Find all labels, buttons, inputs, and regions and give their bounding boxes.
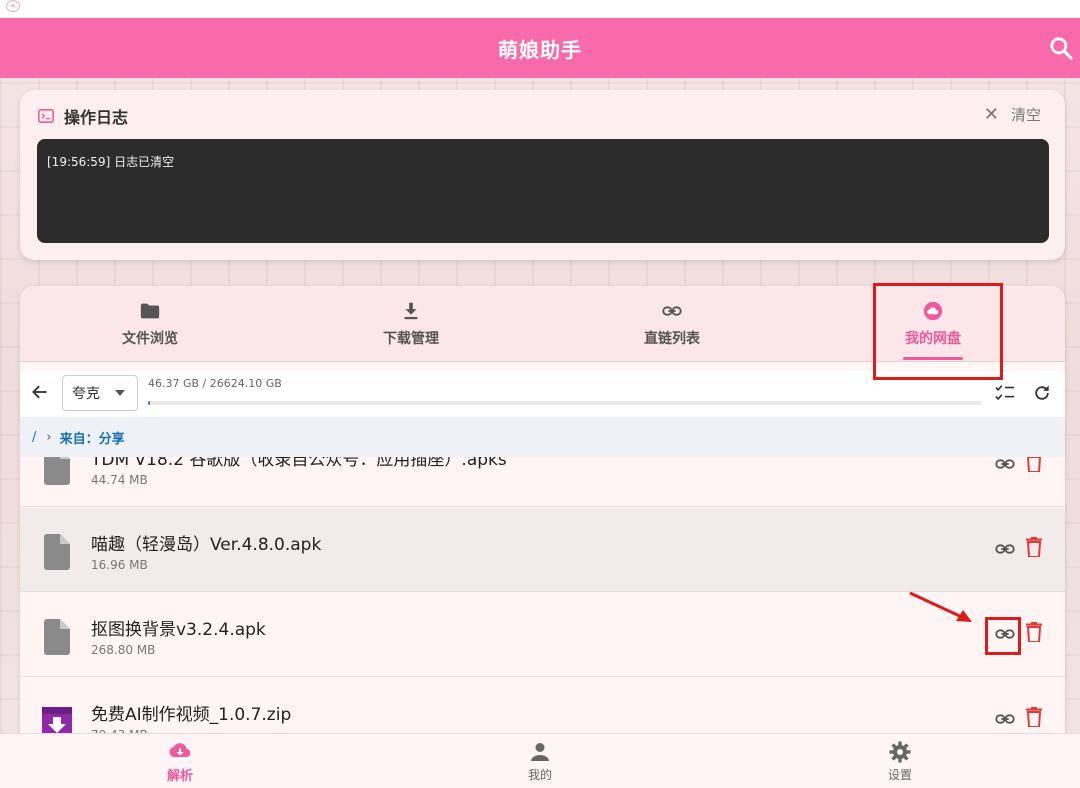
nav-label: 设置: [887, 768, 912, 782]
log-header: 操作日志: [38, 104, 128, 128]
breadcrumb-current[interactable]: 来自：分享: [60, 428, 125, 447]
file-row[interactable]: 喵趣（轻漫岛）Ver.4.8.0.apk 16.96 MB: [20, 508, 1065, 592]
nav-mine[interactable]: 我的: [360, 734, 720, 788]
log-title: 操作日志: [64, 108, 129, 127]
cloud-download-icon: [169, 743, 191, 758]
delete-icon[interactable]: [1026, 622, 1042, 642]
highlight-box-tab: [873, 283, 1003, 380]
quota-bar: [148, 401, 981, 405]
tab-label: 直链列表: [644, 331, 700, 347]
file-name: 喵趣（轻漫岛）Ver.4.8.0.apk: [91, 535, 322, 555]
file-name: 抠图换背景v3.2.4.apk: [91, 620, 266, 640]
file-icon: [44, 457, 70, 485]
delete-icon[interactable]: [1026, 457, 1042, 472]
nav-label: 解析: [166, 769, 193, 784]
refresh-icon[interactable]: [1032, 383, 1052, 403]
file-size: 268.80 MB: [91, 643, 156, 657]
link-icon: [662, 306, 682, 316]
file-name: TDM V18.2 谷歌版（收录自公众号：应用插座）.apks: [91, 457, 507, 470]
app-title: 萌娘助手: [498, 37, 582, 62]
clear-log-label: 清空: [1010, 106, 1041, 124]
log-entry: [19:56:59] 日志已清空: [47, 155, 175, 169]
file-size: 16.96 MB: [91, 558, 148, 572]
tab-direct-links[interactable]: 直链列表: [542, 286, 802, 362]
drive-select[interactable]: 夸克: [62, 375, 138, 411]
tab-label: 文件浏览: [122, 331, 178, 347]
folder-icon: [140, 303, 160, 319]
close-icon: ✕: [983, 104, 999, 125]
highlight-box-link: [985, 617, 1021, 655]
delete-icon[interactable]: [1026, 537, 1042, 557]
quota-bar-fill: [148, 401, 150, 405]
tab-label: 下载管理: [383, 331, 439, 347]
drive-select-value: 夸克: [72, 386, 100, 402]
back-system-icon[interactable]: «: [6, 0, 20, 12]
file-size: 44.74 MB: [91, 473, 148, 487]
bottom-nav: 解析 我的 设置: [0, 733, 1080, 788]
log-card: 操作日志 ✕ 清空 [19:56:59] 日志已清空: [20, 90, 1065, 260]
status-strip: «: [0, 0, 1080, 18]
nav-parse[interactable]: 解析: [0, 734, 360, 788]
app-bar: 萌娘助手: [0, 18, 1080, 78]
tab-download-manager[interactable]: 下载管理: [281, 286, 541, 362]
annotation-arrow-icon: [909, 591, 972, 622]
terminal-icon: [38, 109, 54, 123]
search-icon[interactable]: [1048, 35, 1074, 61]
file-icon: [44, 534, 70, 570]
gear-icon: [889, 741, 911, 763]
file-row[interactable]: TDM V18.2 谷歌版（收录自公众号：应用插座）.apks 44.74 MB: [20, 457, 1065, 507]
tab-file-browser[interactable]: 文件浏览: [20, 286, 280, 362]
back-arrow-icon[interactable]: [30, 382, 50, 402]
link-icon[interactable]: [994, 538, 1016, 560]
nav-settings[interactable]: 设置: [720, 734, 1080, 788]
link-icon[interactable]: [994, 708, 1016, 730]
chevron-down-icon: [115, 390, 125, 396]
clear-log-button[interactable]: ✕ 清空: [984, 104, 1041, 125]
breadcrumb-root[interactable]: /: [32, 430, 36, 445]
delete-icon[interactable]: [1026, 707, 1042, 727]
log-console: [19:56:59] 日志已清空: [37, 139, 1049, 243]
checklist-icon[interactable]: [994, 383, 1016, 403]
chevron-right-icon: ›: [46, 429, 52, 445]
file-name: 免费AI制作视频_1.0.7.zip: [91, 705, 292, 725]
download-icon: [404, 302, 418, 320]
breadcrumb: / › 来自：分享: [20, 417, 1065, 457]
nav-label: 我的: [527, 768, 552, 782]
file-icon: [44, 619, 70, 655]
quota-text: 46.37 GB / 26624.10 GB: [148, 377, 282, 390]
link-icon[interactable]: [994, 457, 1016, 475]
person-icon: [531, 743, 549, 761]
